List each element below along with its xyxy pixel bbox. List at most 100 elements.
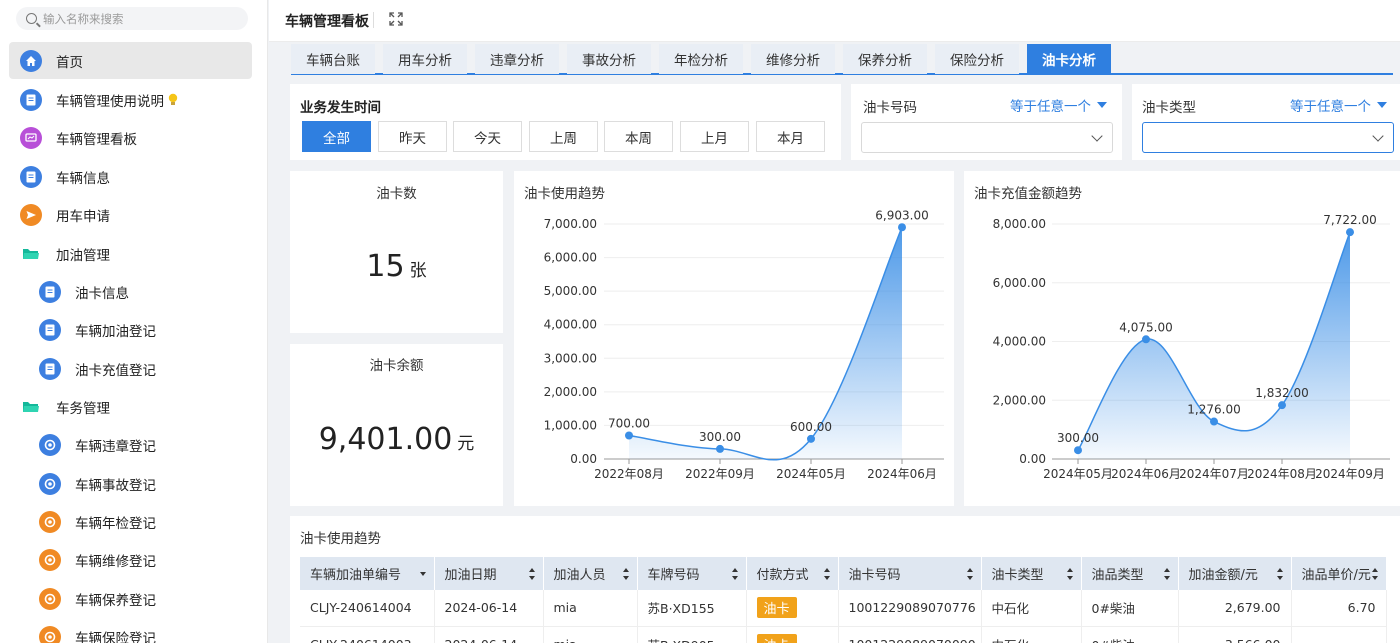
tab-violation-analysis[interactable]: 违章分析 xyxy=(475,44,559,74)
table-row[interactable]: CLJY-240614004 2024-06-14 mia 苏B·XD155 油… xyxy=(300,590,1387,627)
sidebar-item-home[interactable]: 首页 xyxy=(9,42,252,79)
tab-insurance-analysis[interactable]: 保险分析 xyxy=(935,44,1019,74)
sidebar-item-insurance[interactable]: 车辆保险登记 xyxy=(9,618,252,643)
tab-vehicle-ledger[interactable]: 车辆台账 xyxy=(291,44,375,74)
data-label: 300.00 xyxy=(1057,431,1099,445)
tab-fuel-card-analysis[interactable]: 油卡分析 xyxy=(1027,44,1111,74)
dashboard-icon xyxy=(20,126,42,149)
document-icon xyxy=(39,357,61,380)
column-label: 加油日期 xyxy=(444,568,497,583)
table-cell: mia xyxy=(543,626,638,643)
search-input[interactable] xyxy=(43,11,223,26)
x-tick-label: 2024年05月 xyxy=(776,467,846,481)
time-last-month-button[interactable]: 上月 xyxy=(680,121,749,152)
sidebar-group-affairs[interactable]: 车务管理 xyxy=(9,388,252,425)
column-header[interactable]: 加油人员 xyxy=(543,557,638,590)
sidebar-item-violation[interactable]: 车辆违章登记 xyxy=(9,426,252,463)
table-header-row: 车辆加油单编号 加油日期 加油人员 车牌号码 付款方式 油卡号码 油卡类型 油品… xyxy=(300,557,1387,590)
time-this-month-button[interactable]: 本月 xyxy=(756,121,825,152)
data-label: 300.00 xyxy=(699,430,741,444)
lightbulb-icon xyxy=(168,93,178,105)
stat-number: 9,401.00 xyxy=(318,422,453,457)
card-number-select[interactable] xyxy=(861,122,1113,153)
card-number-filter: 油卡号码 等于任意一个 xyxy=(851,84,1122,160)
sidebar-item-label: 车辆事故登记 xyxy=(75,477,156,494)
tab-inspection-analysis[interactable]: 年检分析 xyxy=(659,44,743,74)
tab-accident-analysis[interactable]: 事故分析 xyxy=(567,44,651,74)
time-all-button[interactable]: 全部 xyxy=(302,121,371,152)
card-type-select[interactable] xyxy=(1142,122,1394,153)
table-cell: 0#柴油 xyxy=(1081,590,1179,627)
table-cell: 中石化 xyxy=(981,626,1082,643)
sidebar-item-manual[interactable]: 车辆管理使用说明 xyxy=(9,81,252,118)
sidebar-item-maintenance[interactable]: 车辆保养登记 xyxy=(9,580,252,617)
time-last-week-button[interactable]: 上周 xyxy=(529,121,598,152)
table-cell: 中石化 xyxy=(981,590,1082,627)
column-header[interactable]: 油卡类型 xyxy=(981,557,1082,590)
sidebar-item-vehicle-request[interactable]: 用车申请 xyxy=(9,196,252,233)
sort-icon xyxy=(823,568,830,580)
sidebar-item-vehicle-info[interactable]: 车辆信息 xyxy=(9,158,252,195)
column-header[interactable]: 付款方式 xyxy=(746,557,839,590)
data-point xyxy=(1346,228,1354,237)
search-icon xyxy=(26,13,37,24)
sidebar-item-recharge-register[interactable]: 油卡充值登记 xyxy=(9,350,252,387)
data-label: 7,722.00 xyxy=(1323,213,1376,227)
sidebar-item-dashboard[interactable]: 车辆管理看板 xyxy=(9,119,252,156)
column-header[interactable]: 油品单价/元 xyxy=(1291,557,1387,590)
sidebar-group-fuel[interactable]: 加油管理 xyxy=(9,235,252,272)
time-this-week-button[interactable]: 本周 xyxy=(604,121,673,152)
data-point xyxy=(1278,401,1286,410)
recharge-trend-chart-card: 油卡充值金额趋势 0.00 2,000.00 4,000.00 6,000.00 8,0… xyxy=(964,171,1400,506)
table-cell: 苏B·XD155 xyxy=(637,590,747,627)
column-label: 油品单价/元 xyxy=(1301,568,1371,583)
column-header[interactable]: 车牌号码 xyxy=(637,557,747,590)
column-header[interactable]: 加油日期 xyxy=(434,557,544,590)
time-yesterday-button[interactable]: 昨天 xyxy=(378,121,447,152)
caret-down-icon xyxy=(1097,102,1107,108)
data-label: 6,903.00 xyxy=(875,208,928,222)
y-tick-label: 2,000.00 xyxy=(544,385,597,399)
column-header[interactable]: 油卡号码 xyxy=(838,557,982,590)
sort-icon xyxy=(1163,568,1170,580)
match-mode-dropdown[interactable]: 等于任意一个 xyxy=(1010,95,1107,115)
tab-usage-analysis[interactable]: 用车分析 xyxy=(383,44,467,74)
payment-badge: 油卡 xyxy=(756,633,797,643)
y-tick-label: 5,000.00 xyxy=(544,284,597,298)
search-box[interactable] xyxy=(16,7,248,30)
table-cell: 1001229089070776 xyxy=(838,590,982,627)
fullscreen-icon[interactable] xyxy=(389,12,403,26)
x-tick-label: 2022年09月 xyxy=(685,467,755,481)
sidebar: 首页 车辆管理使用说明 车辆管理看板 车辆信息 用车申请 加油管理 油卡信息 车… xyxy=(0,0,268,643)
y-tick-label: 1,000.00 xyxy=(544,418,597,432)
column-label: 油品类型 xyxy=(1091,568,1144,583)
sidebar-item-label: 用车申请 xyxy=(56,208,110,225)
document-icon xyxy=(39,318,61,341)
sort-icon xyxy=(966,568,973,580)
sidebar-item-inspection[interactable]: 车辆年检登记 xyxy=(9,503,252,540)
column-header[interactable]: 车辆加油单编号 xyxy=(300,557,435,590)
column-header[interactable]: 油品类型 xyxy=(1081,557,1179,590)
data-point xyxy=(625,431,633,440)
y-tick-label: 2,000.00 xyxy=(993,393,1046,407)
stat-title: 油卡数 xyxy=(376,186,417,202)
sidebar-item-label: 油卡充值登记 xyxy=(75,362,156,379)
column-header[interactable]: 加油金额/元 xyxy=(1178,557,1292,590)
sidebar-item-card-info[interactable]: 油卡信息 xyxy=(9,273,252,310)
tab-repair-analysis[interactable]: 维修分析 xyxy=(751,44,835,74)
table-cell: 苏B·XD905 xyxy=(637,626,747,643)
tab-maintenance-analysis[interactable]: 保养分析 xyxy=(843,44,927,74)
match-mode-dropdown[interactable]: 等于任意一个 xyxy=(1290,95,1387,115)
sidebar-item-label: 车务管理 xyxy=(56,400,110,417)
sidebar-item-accident[interactable]: 车辆事故登记 xyxy=(9,465,252,502)
sidebar-item-repair[interactable]: 车辆维修登记 xyxy=(9,541,252,578)
table-cell: 3,566.00 xyxy=(1178,626,1292,643)
table-row[interactable]: CLJY-240614003 2024-06-14 mia 苏B·XD905 油… xyxy=(300,626,1387,643)
table-cell: mia xyxy=(543,590,638,627)
time-today-button[interactable]: 今天 xyxy=(453,121,522,152)
y-tick-label: 0.00 xyxy=(570,452,597,466)
page-title: 车辆管理看板 xyxy=(285,14,369,30)
table-cell xyxy=(1291,626,1387,643)
sidebar-item-refuel-register[interactable]: 车辆加油登记 xyxy=(9,311,252,348)
divider xyxy=(373,12,374,28)
